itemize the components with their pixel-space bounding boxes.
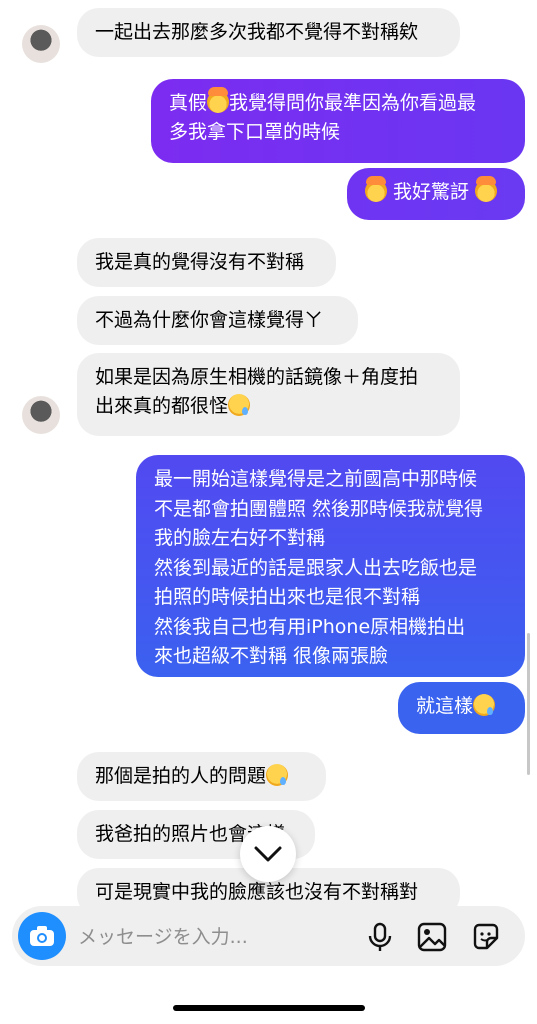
- crying-face-emoji: [266, 764, 289, 786]
- message-text: 出來真的都很怪: [95, 395, 229, 417]
- contact-avatar[interactable]: [22, 396, 60, 434]
- sticker-icon[interactable]: [470, 921, 502, 953]
- outgoing-message[interactable]: 我好驚訝: [347, 168, 525, 220]
- outgoing-message[interactable]: 最一開始這樣覺得是之前國高中那時候 不是都會拍團體照 然後那時候我就覺得 我的臉…: [136, 455, 525, 677]
- message-text: 真假: [169, 92, 208, 114]
- message-text: 多我拿下口罩的時候: [169, 121, 341, 143]
- message-text: 那個是拍的人的問題: [95, 765, 267, 787]
- outgoing-message[interactable]: 就這樣: [398, 682, 525, 734]
- message-input[interactable]: メッセージを入力...: [78, 922, 248, 949]
- home-indicator: [173, 1005, 365, 1011]
- microphone-icon[interactable]: [364, 921, 396, 953]
- message-text: 我好驚訝: [393, 181, 470, 203]
- incoming-message[interactable]: 那個是拍的人的問題: [77, 752, 326, 801]
- scrollbar[interactable]: [527, 633, 530, 775]
- exploding-head-emoji: [207, 87, 230, 113]
- chevron-down-icon: [254, 846, 282, 862]
- message-composer: メッセージを入力...: [12, 906, 525, 966]
- incoming-message[interactable]: 我是真的覺得沒有不對稱: [77, 238, 336, 287]
- exploding-head-emoji: [475, 176, 498, 202]
- crying-face-emoji: [228, 394, 251, 416]
- gallery-icon[interactable]: [416, 921, 448, 953]
- message-text: 我是真的覺得沒有不對稱: [95, 251, 305, 273]
- contact-avatar[interactable]: [22, 25, 60, 63]
- message-text: 然後到最近的話是跟家人出去吃飯也是: [154, 556, 478, 579]
- message-text: 一起出去那麼多次我都不覺得不對稱欸: [95, 21, 419, 43]
- message-text: 我覺得問你最準因為你看過最: [229, 92, 477, 114]
- incoming-message[interactable]: 不過為什麼你會這樣覺得ㄚ: [77, 296, 358, 345]
- message-text: 不過為什麼你會這樣覺得ㄚ: [95, 309, 324, 331]
- camera-button[interactable]: [18, 912, 66, 960]
- outgoing-message[interactable]: 真假 我覺得問你最準因為你看過最 多我拿下口罩的時候: [151, 79, 525, 163]
- incoming-message[interactable]: 如果是因為原生相機的話鏡像＋角度拍 出來真的都很怪: [77, 353, 460, 436]
- message-text: 我的臉左右好不對稱: [154, 527, 326, 549]
- message-text: 不是都會拍團體照 然後那時候我就覺得: [154, 497, 484, 520]
- message-text: 就這樣: [416, 695, 474, 717]
- message-text: 拍照的時候拍出來也是很不對稱: [154, 586, 421, 608]
- camera-icon: [30, 926, 54, 946]
- exploding-head-emoji: [365, 176, 387, 202]
- message-text: 可是現實中我的臉應該也沒有不對稱對: [95, 881, 419, 903]
- crying-face-emoji: [473, 694, 496, 716]
- message-text: 如果是因為原生相機的話鏡像＋角度拍: [95, 366, 419, 388]
- incoming-message[interactable]: 一起出去那麼多次我都不覺得不對稱欸: [77, 8, 460, 57]
- scroll-to-bottom-button[interactable]: [240, 826, 296, 882]
- message-text: 來也超級不對稱 很像兩張臉: [154, 645, 389, 667]
- message-text: 最一開始這樣覺得是之前國高中那時候: [154, 468, 478, 490]
- message-text: 然後我自己也有用iPhone原相機拍出: [154, 615, 466, 638]
